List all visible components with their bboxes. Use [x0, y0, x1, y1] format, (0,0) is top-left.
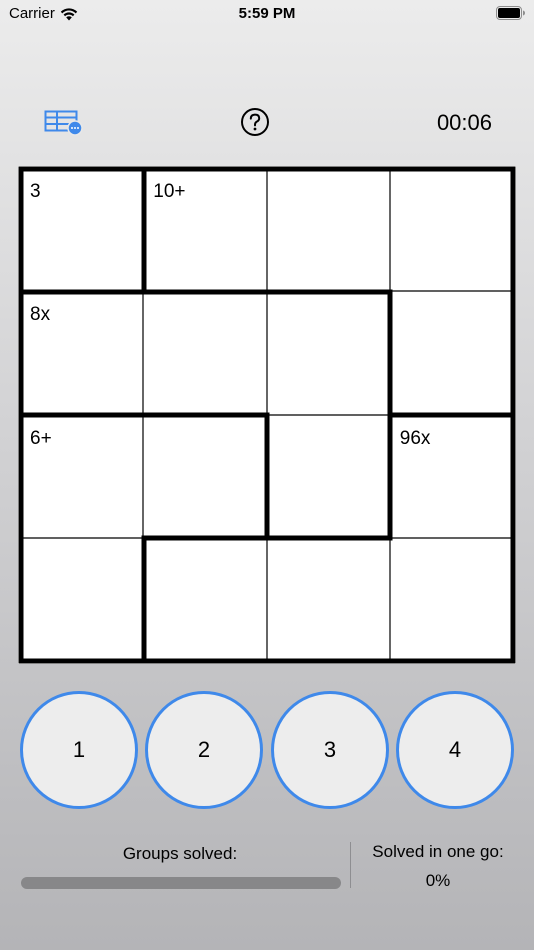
cage-clue-label: 10+: [153, 181, 186, 202]
grid-cell[interactable]: [392, 540, 515, 663]
grid-cell[interactable]: 10+: [145, 170, 268, 293]
grid-cell[interactable]: 8x: [22, 293, 145, 416]
status-bar: Carrier 5:59 PM: [0, 0, 534, 30]
cage-clue-label: 96x: [399, 427, 431, 449]
grid-cell[interactable]: [392, 293, 515, 416]
grid-cell[interactable]: 96x: [392, 417, 515, 540]
stats-footer: Groups solved: Solved in one go: 0%: [0, 840, 534, 900]
grid-cell[interactable]: [145, 417, 268, 540]
grid-cell[interactable]: [269, 540, 392, 663]
groups-solved-label: Groups solved:: [122, 844, 238, 863]
grid-cell[interactable]: [22, 540, 145, 663]
cage-clue-label: 6+: [30, 427, 52, 449]
cage-clue-label: 3: [30, 181, 41, 202]
number-button-3[interactable]: 3: [271, 691, 389, 809]
number-pad: 1234: [0, 691, 534, 809]
battery-icon: [496, 6, 525, 20]
grid-cell[interactable]: [269, 417, 392, 540]
table-options-icon[interactable]: [44, 106, 84, 136]
grid-cell[interactable]: [269, 170, 392, 293]
puzzle-board: 3 10+ 8x 6+ 96x: [18, 166, 516, 664]
cage-clue-label: 8x: [30, 304, 51, 326]
grid-cell[interactable]: [269, 293, 392, 416]
question-circle-icon[interactable]: [240, 107, 270, 137]
grid-cell[interactable]: 3: [22, 170, 145, 293]
toolbar: 00:06: [0, 100, 534, 144]
status-time: 5:59 PM: [238, 5, 296, 22]
divider: [350, 842, 351, 888]
grid-cell[interactable]: 6+: [22, 417, 145, 540]
grid-cell[interactable]: [145, 540, 268, 663]
grid-cell[interactable]: [392, 170, 515, 293]
solved-in-one-go-value: 0%: [425, 871, 451, 890]
solved-in-one-go-label: Solved in one go:: [372, 842, 504, 861]
number-button-1[interactable]: 1: [20, 691, 138, 809]
timer: 00:06: [436, 110, 492, 135]
number-button-2[interactable]: 2: [145, 691, 263, 809]
grid-cell[interactable]: [145, 293, 268, 416]
groups-solved-progress-bar: [21, 877, 341, 889]
number-button-4[interactable]: 4: [396, 691, 514, 809]
